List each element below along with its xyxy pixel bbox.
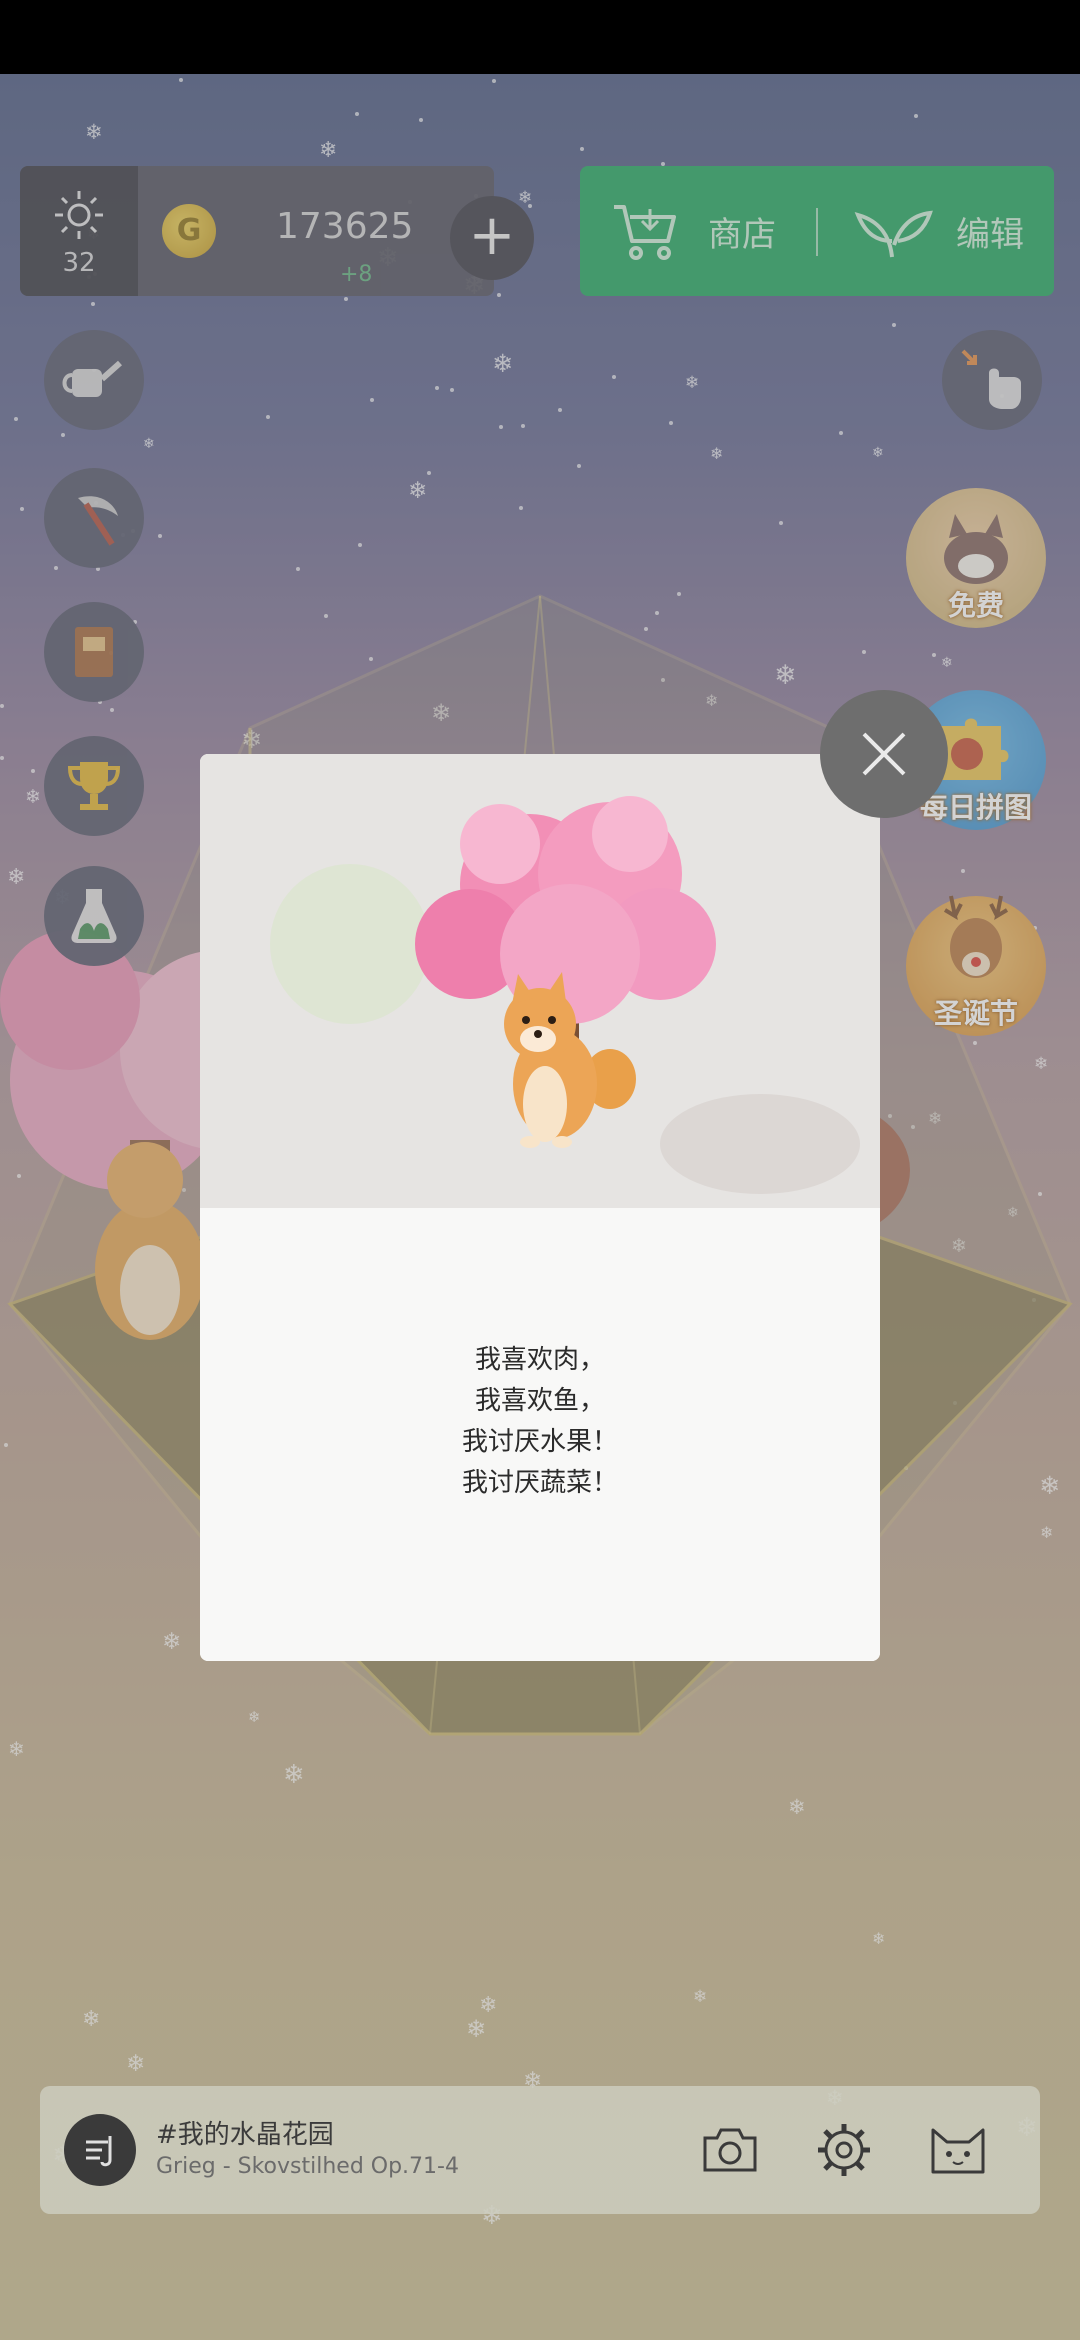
dialog-image (200, 754, 880, 1208)
dialog-line: 我喜欢肉， (474, 1345, 605, 1375)
gear-icon (818, 2124, 870, 2176)
dialog-line: 我讨厌水果！ (461, 1427, 618, 1457)
music-disc-button[interactable] (64, 2114, 136, 2186)
music-disc-icon (86, 2136, 112, 2167)
settings-button[interactable] (808, 2114, 880, 2186)
status-bar (0, 0, 1080, 74)
pet-button[interactable] (922, 2114, 994, 2186)
music-track: Grieg - Skovstilhed Op.71-4 (156, 2154, 459, 2179)
camera-icon (703, 2128, 757, 2172)
shiba-sakura-illustration (200, 754, 880, 1208)
dialog-text: 我喜欢肉， 我喜欢鱼， 我讨厌水果！ 我讨厌蔬菜！ (200, 1208, 880, 1661)
character-dialog: 我喜欢肉， 我喜欢鱼， 我讨厌水果！ 我讨厌蔬菜！ (200, 754, 880, 1661)
close-icon (862, 732, 906, 776)
camera-button[interactable] (694, 2114, 766, 2186)
close-button[interactable] (820, 690, 948, 818)
dialog-line: 我喜欢鱼， (474, 1386, 605, 1416)
music-bar: #我的水晶花园 Grieg - Skovstilhed Op.71-4 (40, 2086, 1040, 2214)
dialog-line: 我讨厌蔬菜！ (461, 1468, 618, 1498)
music-title: #我的水晶花园 (156, 2120, 334, 2150)
cat-face-icon (931, 2128, 985, 2174)
